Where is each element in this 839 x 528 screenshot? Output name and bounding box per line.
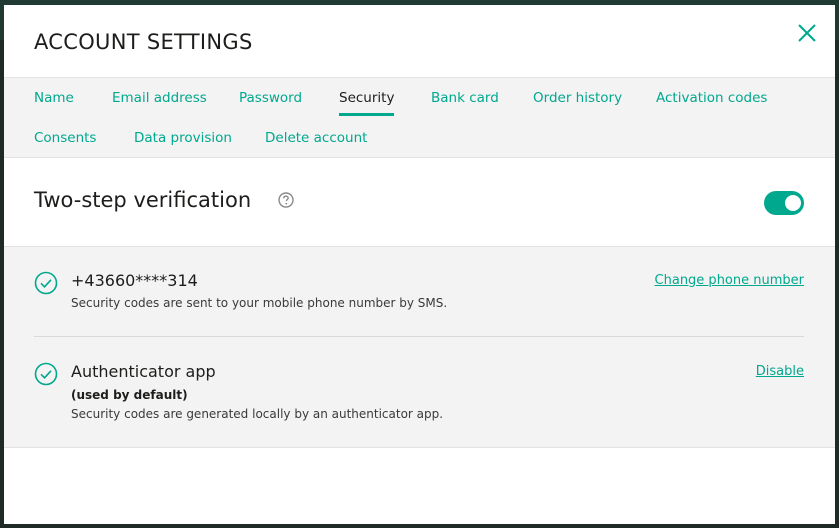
tab-name[interactable]: Name [34, 90, 74, 106]
close-icon [798, 24, 816, 42]
disable-authenticator-link[interactable]: Disable [756, 364, 804, 379]
tab-data-provision[interactable]: Data provision [134, 130, 232, 146]
tab-activation-codes[interactable]: Activation codes [656, 90, 767, 106]
modal-header: ACCOUNT SETTINGS [4, 5, 835, 77]
settings-tabs: Name Email address Password Security Ban… [4, 77, 835, 158]
method-authenticator: Authenticator app (used by default) Secu… [34, 360, 804, 430]
authenticator-title: Authenticator app [71, 362, 216, 381]
account-settings-modal: ACCOUNT SETTINGS Name Email address Pass… [4, 5, 835, 524]
sms-description: Security codes are sent to your mobile p… [71, 296, 448, 310]
close-button[interactable] [795, 21, 819, 45]
authenticator-description: Security codes are generated locally by … [71, 407, 444, 421]
toggle-knob [785, 195, 801, 211]
two-step-title: Two-step verification [34, 188, 252, 212]
check-circle-icon [34, 362, 58, 386]
verification-methods: +43660****314 Security codes are sent to… [4, 246, 835, 448]
modal-title: ACCOUNT SETTINGS [34, 30, 253, 54]
tab-bank-card[interactable]: Bank card [431, 90, 499, 106]
methods-divider [34, 336, 804, 337]
tab-security[interactable]: Security [339, 90, 395, 116]
default-method-badge: (used by default) [71, 388, 188, 402]
tab-delete-account[interactable]: Delete account [265, 130, 367, 146]
tab-password[interactable]: Password [239, 90, 302, 106]
check-circle-icon [34, 271, 58, 295]
question-circle-icon[interactable] [278, 192, 294, 208]
method-sms: +43660****314 Security codes are sent to… [34, 269, 804, 339]
two-step-toggle[interactable] [764, 191, 804, 215]
change-phone-number-link[interactable]: Change phone number [655, 273, 804, 288]
tab-consents[interactable]: Consents [34, 130, 96, 146]
tab-email-address[interactable]: Email address [112, 90, 207, 106]
phone-number: +43660****314 [71, 271, 198, 290]
two-step-verification-section: Two-step verification [4, 158, 835, 246]
tab-order-history[interactable]: Order history [533, 90, 622, 106]
tab-security-label: Security [339, 90, 395, 106]
active-tab-indicator [339, 113, 395, 116]
